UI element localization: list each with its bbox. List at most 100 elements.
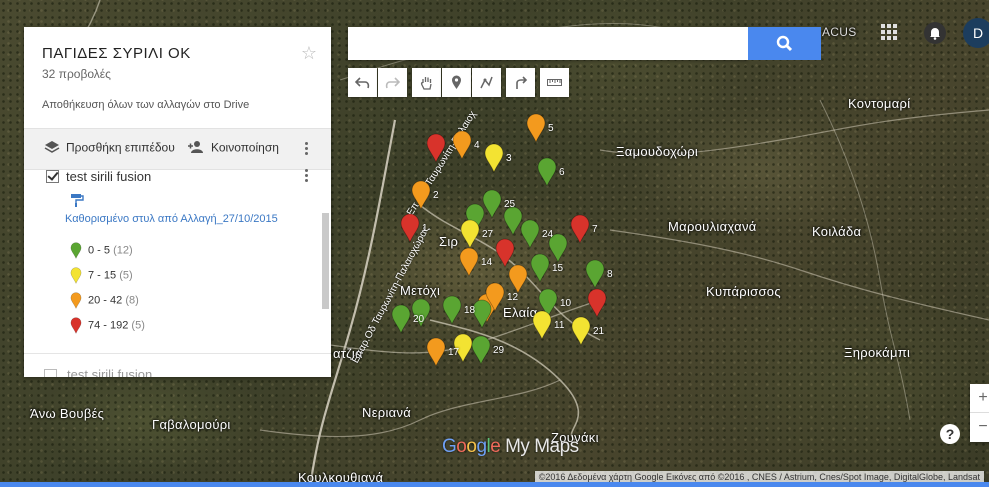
legend-item[interactable]: 20 - 42 (8) [70,292,139,309]
legend-item[interactable]: 0 - 5 (12) [70,242,133,259]
place-label: Μετόχι [400,283,441,298]
draw-line-button[interactable] [472,68,501,97]
map-marker[interactable] [571,316,591,351]
partial-brand-text: ACUS [822,25,857,39]
map-marker[interactable] [526,113,546,148]
legend-item[interactable]: 7 - 15 (5) [70,267,133,284]
panel-scrollbar[interactable] [322,213,329,309]
map-marker[interactable] [400,213,420,248]
layer-name[interactable]: test sirili fusion [66,169,151,184]
marker-label: 18 [464,305,476,316]
avatar[interactable]: D [963,18,989,48]
layer-2-row[interactable]: test sirili fusion [44,367,152,377]
layer-2-name: test sirili fusion [67,367,153,377]
marker-label: 8 [607,269,613,280]
zoom-out-button[interactable]: − [970,413,989,441]
measure-button[interactable] [540,68,569,97]
help-icon[interactable]: ? [940,424,960,444]
add-marker-button[interactable] [442,68,471,97]
legend-marker-icon [70,292,88,309]
google-my-maps-logo: Google My Maps [442,436,579,457]
map-marker[interactable] [452,130,472,165]
add-person-icon [187,140,205,157]
marker-label: 17 [448,347,460,358]
directions-button[interactable] [506,68,535,97]
legend-marker-icon [70,267,88,284]
map-marker[interactable] [426,133,446,168]
marker-label: 7 [592,224,598,235]
place-label: Κυπάρισσος [706,284,781,299]
place-label: Κοντομαρί [848,96,911,111]
legend-range: 7 - 15 [88,269,120,282]
share-button[interactable]: Κοινοποίηση [187,140,279,157]
marker-label: 20 [413,314,425,325]
marker-label: 27 [482,229,494,240]
map-marker[interactable] [520,219,540,254]
paint-roller-icon[interactable] [70,193,84,212]
marker-label: 24 [542,229,554,240]
marker-label: 4 [474,140,480,151]
map-marker[interactable] [426,337,446,372]
zoom-control: + − [970,384,989,442]
layer-section: test sirili fusion Καθορισμένο στυλ από … [24,169,331,369]
panel-toolbar: Προσθήκη επιπέδου Κοινοποίηση [24,128,331,170]
legend-marker-icon [70,242,88,259]
map-marker[interactable] [411,180,431,215]
marker-label: 25 [504,199,516,210]
map-marker[interactable] [532,310,552,345]
redo-button[interactable] [378,68,407,97]
search-icon [776,35,793,52]
marker-label: 1 [422,223,428,234]
search-input[interactable] [348,27,748,60]
notifications-icon[interactable] [924,22,946,44]
style-link[interactable]: Καθορισμένο στυλ από Αλλαγή_27/10/2015 [65,213,278,225]
zoom-in-button[interactable]: + [970,384,989,413]
map-marker[interactable] [471,335,491,370]
legend-range: 74 - 192 [88,319,132,332]
place-label: Γαβαλομούρι [152,417,231,432]
map-marker[interactable] [391,304,411,339]
layer-checkbox[interactable] [46,170,59,183]
map-marker[interactable] [537,157,557,192]
map-marker[interactable] [460,219,480,254]
map-marker[interactable] [530,253,550,288]
legend-count: (5) [119,269,133,282]
map-marker[interactable] [585,259,605,294]
map-marker[interactable] [482,189,502,224]
directions-icon [516,76,528,89]
apps-icon[interactable] [881,24,897,45]
marker-label: 14 [481,257,493,268]
legend-marker-icon [70,317,88,334]
bottom-strip [0,482,989,487]
legend-count: (8) [125,294,139,307]
marker-label: 5 [548,123,554,134]
add-layer-button[interactable]: Προσθήκη επιπέδου [44,140,175,157]
layer-options-icon[interactable] [305,167,309,184]
more-options-icon[interactable] [305,140,309,157]
add-layer-label: Προσθήκη επιπέδου [66,140,175,155]
layer-2-checkbox[interactable] [44,369,57,377]
marker-label: 11 [554,320,565,331]
map-marker[interactable] [442,295,462,330]
place-label: Άνω Βουβές [30,406,105,421]
marker-label: 21 [593,326,605,337]
legend-count: (12) [113,244,133,257]
marker-label: 12 [507,292,519,303]
map-marker[interactable] [485,282,505,317]
map-title[interactable]: ΠΑΓΙΔΕΣ ΣΥΡΙΛΙ ΟΚ [42,45,313,62]
redo-icon [385,77,400,89]
divider [24,353,331,354]
share-label: Κοινοποίηση [211,140,279,155]
marker-label: 10 [560,298,572,309]
undo-button[interactable] [348,68,377,97]
marker-label: 15 [552,263,564,274]
pan-button[interactable] [412,68,441,97]
place-label: Νεριανά [362,405,412,420]
star-icon[interactable]: ☆ [301,43,317,64]
legend-item[interactable]: 74 - 192 (5) [70,317,145,334]
map-marker[interactable] [570,214,590,249]
draw-line-icon [480,76,493,89]
marker-icon [452,75,461,89]
search-button[interactable] [748,27,821,60]
map-marker[interactable] [484,143,504,178]
